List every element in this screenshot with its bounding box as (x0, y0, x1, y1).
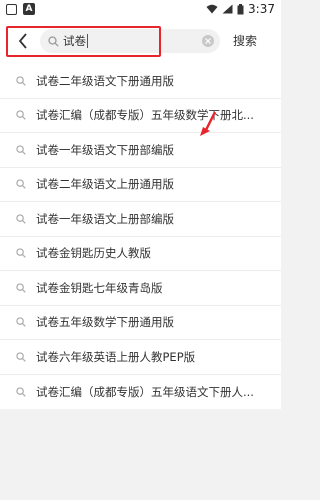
signal-icon (222, 4, 233, 14)
suggestion-text: 试卷一年级语文上册部编版 (36, 211, 174, 226)
suggestion-item[interactable]: 试卷二年级语文上册通用版 (0, 168, 281, 202)
search-button[interactable]: 搜索 (233, 31, 257, 51)
suggestion-item[interactable]: 试卷一年级语文下册部编版 (0, 133, 281, 168)
suggestion-item[interactable]: 试卷一年级语文上册部编版 (0, 202, 281, 237)
suggestion-text: 试卷五年级数学下册通用版 (36, 315, 174, 330)
suggestion-text: 试卷二年级语文上册通用版 (36, 177, 174, 192)
suggestion-text: 试卷汇编（成都专版）五年级语文下册人... (36, 384, 254, 399)
suggestion-text: 试卷金钥匙七年级青岛版 (36, 280, 163, 295)
suggestion-item[interactable]: 试卷二年级语文下册通用版 (0, 64, 281, 99)
clear-button[interactable] (202, 35, 214, 47)
search-icon (16, 248, 26, 258)
suggestion-text: 试卷六年级英语上册人教PEP版 (36, 349, 196, 364)
status-right: 3:37 (206, 2, 275, 16)
search-icon (16, 214, 26, 224)
suggestion-item[interactable]: 试卷金钥匙历史人教版 (0, 237, 281, 271)
suggestion-list: 试卷二年级语文下册通用版 试卷汇编（成都专版）五年级数学下册北... 试卷一年级… (0, 64, 281, 409)
search-icon (16, 352, 26, 362)
suggestion-item[interactable]: 试卷五年级数学下册通用版 (0, 306, 281, 340)
suggestion-item[interactable]: 试卷六年级英语上册人教PEP版 (0, 340, 281, 375)
status-left: A (6, 3, 35, 15)
notification-icon (6, 3, 17, 15)
search-icon (16, 179, 26, 189)
suggestion-text: 试卷汇编（成都专版）五年级数学下册北... (36, 108, 254, 123)
suggestion-item[interactable]: 试卷金钥匙七年级青岛版 (0, 271, 281, 306)
wifi-icon (206, 4, 218, 14)
search-icon (16, 110, 26, 120)
search-icon (16, 387, 26, 397)
suggestion-text: 试卷二年级语文下册通用版 (36, 73, 174, 88)
search-icon (16, 283, 26, 293)
status-bar: A 3:37 (0, 0, 281, 18)
search-icon (16, 145, 26, 155)
search-icon (16, 76, 26, 86)
suggestion-text: 试卷金钥匙历史人教版 (36, 246, 151, 261)
clear-icon (205, 38, 211, 44)
suggestion-text: 试卷一年级语文下册部编版 (36, 142, 174, 157)
search-icon (16, 317, 26, 327)
annotation-arrow-icon (200, 111, 217, 136)
suggestion-item[interactable]: 试卷汇编（成都专版）五年级数学下册北... (0, 99, 281, 133)
suggestion-item[interactable]: 试卷汇编（成都专版）五年级语文下册人... (0, 375, 281, 410)
app-notification-icon: A (23, 3, 35, 15)
battery-icon (237, 3, 244, 14)
status-time: 3:37 (248, 2, 275, 16)
annotation-highlight-box (6, 26, 161, 57)
